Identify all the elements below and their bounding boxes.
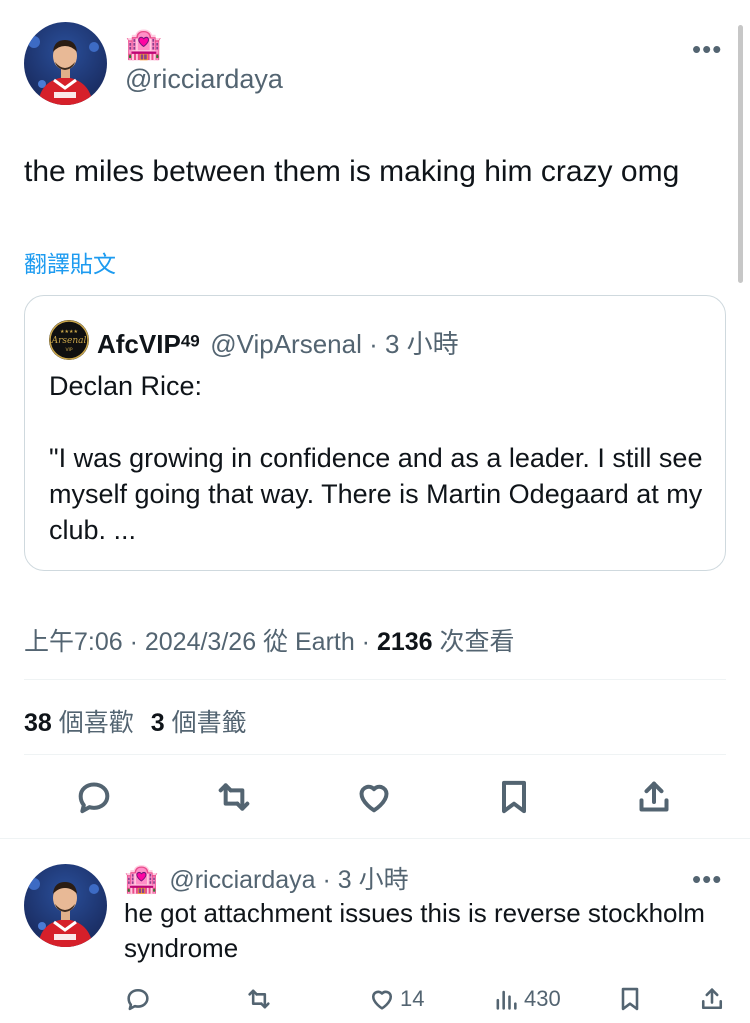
reply-button[interactable] [70,773,118,821]
author-avatar[interactable] [24,22,107,105]
reply-more-options-icon[interactable]: ••• [692,866,722,892]
section-divider [0,838,750,839]
bookmarks-count: 3 [150,709,165,737]
quoted-author-sup: 49 [180,331,200,351]
share-button[interactable] [630,773,678,821]
bookmark-icon [502,780,526,814]
likes-count-link[interactable]: 38 個喜歡 [24,709,134,737]
reply-author-avatar[interactable] [24,864,107,947]
reply-views-count: 430 [524,986,561,1011]
reply-share-button[interactable] [698,985,726,1013]
quoted-text: Declan Rice: "I was growing in confidenc… [49,371,703,545]
translate-post-link[interactable]: 翻譯貼文 [24,245,116,279]
bookmarks-label: 個書籤 [164,709,247,737]
bookmark-icon [621,987,639,1011]
afcvip-logo-icon: Arsenal VIP ★★★★ [49,320,89,360]
author-handle[interactable]: @ricciardaya [125,64,283,95]
share-icon [701,988,723,1010]
quoted-avatar: Arsenal VIP ★★★★ [49,320,89,360]
reply-like-button[interactable]: 14 [368,985,424,1013]
quoted-handle-time[interactable]: @VipArsenal · 3 小時 [210,329,458,359]
more-options-icon[interactable]: ••• [692,36,722,62]
avatar-image [28,878,99,947]
bookmark-button[interactable] [490,773,538,821]
author-display-emoji: 🏩 [125,28,163,61]
reply-reply-button[interactable] [124,985,152,1013]
likes-count: 38 [24,709,52,737]
reply-author-emoji: 🏩 [124,863,159,894]
reply-icon [78,782,110,814]
divider [24,679,726,680]
views-count: 2136 [376,628,433,656]
reply-icon [127,988,149,1011]
engagement-counts: 38 個喜歡 3 個書籤 [24,703,247,739]
likes-label: 個喜歡 [51,709,134,737]
like-icon [359,784,389,813]
reply-text: he got attachment issues this is reverse… [124,898,705,963]
reply-bookmark-button[interactable] [616,985,644,1013]
reply-views-button[interactable]: 430 [492,985,561,1013]
svg-text:Arsenal: Arsenal [51,336,87,346]
retweet-icon [248,989,270,1009]
retweet-button[interactable] [210,773,258,821]
views-label: 次查看 [432,628,515,656]
timestamp-source[interactable]: 上午7:06 · 2024/3/26 從 Earth · [24,628,377,656]
divider [24,754,726,755]
like-icon [371,990,393,1010]
scrollbar[interactable] [738,25,743,283]
tweet-meta: 上午7:06 · 2024/3/26 從 Earth · 2136 次查看 [24,622,515,658]
quoted-tweet[interactable]: Arsenal VIP ★★★★ AfcVIP49 @VipArsenal · … [24,295,726,571]
svg-text:★★★★: ★★★★ [60,329,78,335]
reply-retweet-button[interactable] [245,985,273,1013]
bookmarks-count-link[interactable]: 3 個書籤 [151,709,247,737]
like-button[interactable] [350,773,398,821]
quoted-author-name[interactable]: AfcVIP [97,329,181,359]
avatar-image [28,36,99,105]
reply-header: 🏩 @ricciardaya · 3 小時 [124,860,409,896]
views-icon [496,990,517,1010]
reply-like-count: 14 [400,986,425,1011]
svg-text:VIP: VIP [65,347,72,353]
tweet-text: the miles between them is making him cra… [24,155,680,188]
share-icon [639,781,669,812]
reply-handle-time[interactable]: @ricciardaya · 3 小時 [169,866,408,894]
retweet-icon [218,783,250,811]
